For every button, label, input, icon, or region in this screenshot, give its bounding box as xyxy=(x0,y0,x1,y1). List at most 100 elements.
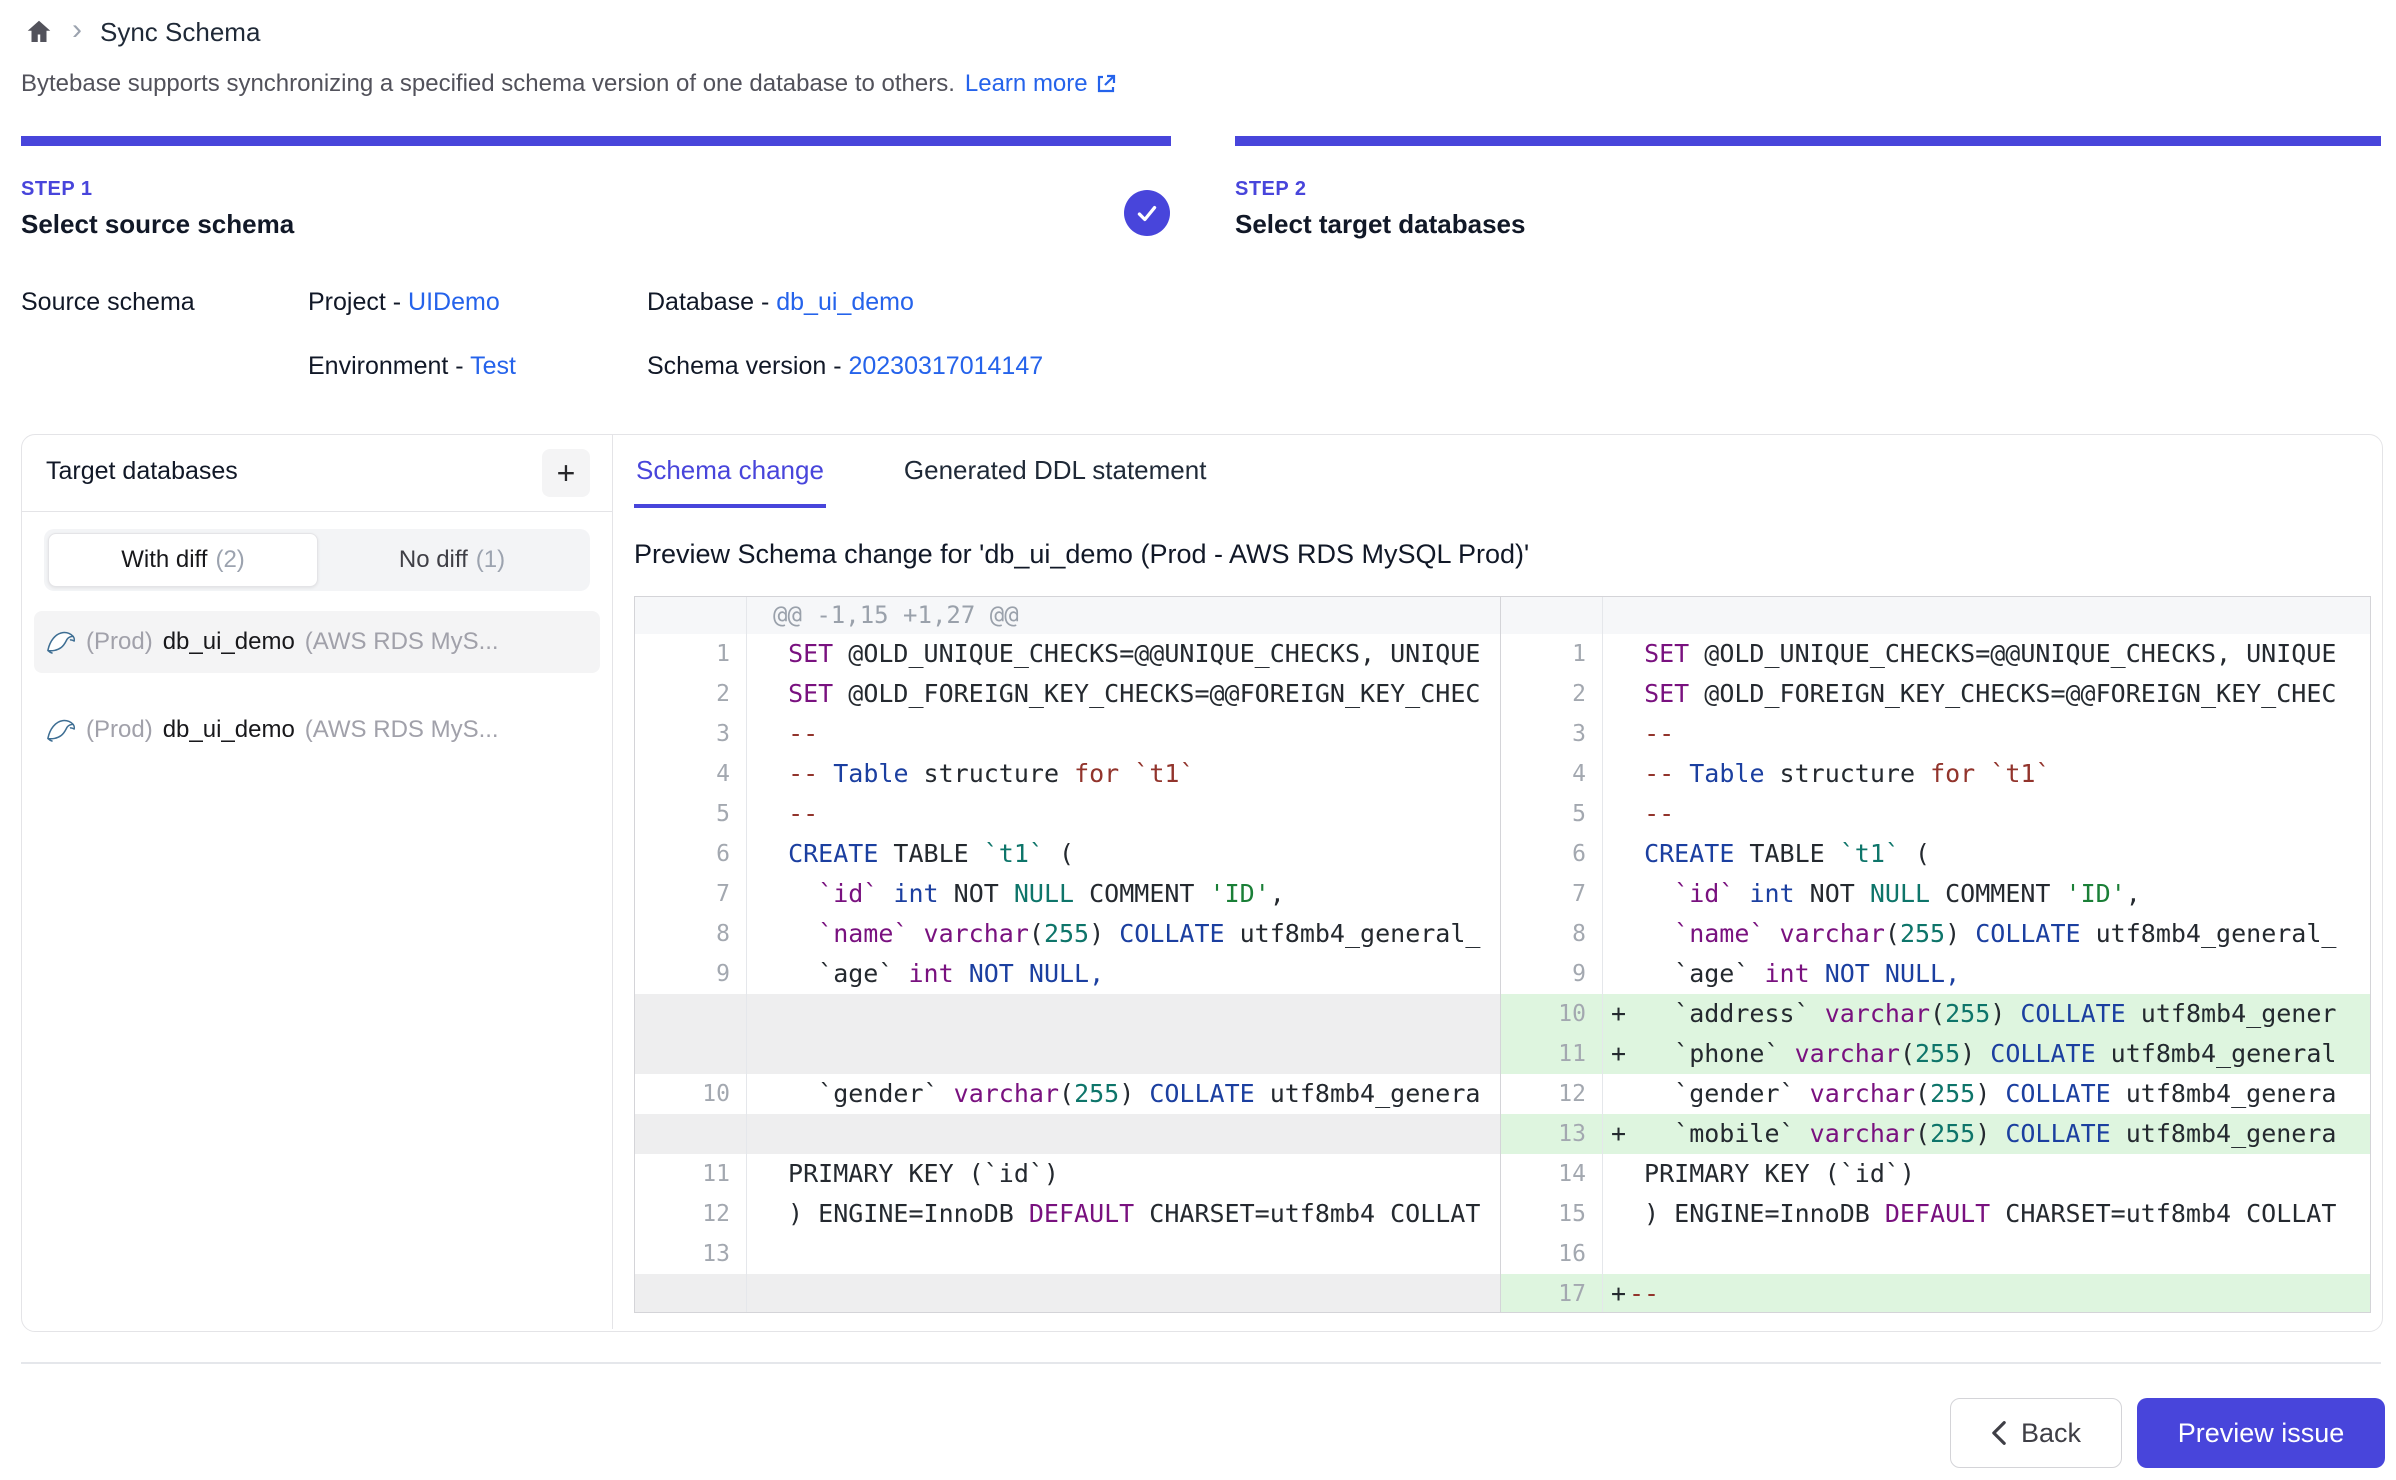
diff-line-number: 5 xyxy=(635,794,747,834)
step1-label: STEP 1 xyxy=(21,178,294,201)
chevron-left-icon xyxy=(1991,1420,2007,1446)
db-name: db_ui_demo xyxy=(163,716,295,744)
diff-line-number: 13 xyxy=(1501,1114,1603,1154)
tab-with-diff[interactable]: With diff (2) xyxy=(48,533,318,587)
diff-code-line: PRIMARY KEY (`id`) xyxy=(747,1154,1501,1194)
tab-no-diff[interactable]: No diff (1) xyxy=(318,533,586,587)
schema-version-link[interactable]: 20230317014147 xyxy=(848,352,1043,380)
chevron-right-icon: › xyxy=(72,15,82,45)
intro-description: Bytebase supports synchronizing a specif… xyxy=(21,70,955,98)
diff-code-line: -- Table structure for `t1` xyxy=(1603,754,2370,794)
diff-added-marker: + xyxy=(1611,1274,1626,1313)
main-panel: Target databases + With diff (2) No diff… xyxy=(21,434,2383,1332)
diff-code-line: CREATE TABLE `t1` ( xyxy=(1603,834,2370,874)
step1-header: STEP 1 Select source schema xyxy=(21,178,294,240)
diff-row: 8 `name` varchar(255) COLLATE utf8mb4_ge… xyxy=(635,914,2370,954)
diff-line-number: 7 xyxy=(1501,874,1603,914)
diff-line-number: 14 xyxy=(1501,1154,1603,1194)
diff-line-number: 2 xyxy=(1501,674,1603,714)
step2-progress-bar xyxy=(1235,136,2381,146)
diff-code-line: + `mobile` varchar(255) COLLATE utf8mb4_… xyxy=(1603,1114,2370,1154)
home-icon[interactable] xyxy=(24,17,54,47)
intro-text: Bytebase supports synchronizing a specif… xyxy=(21,70,1118,98)
diff-code-line: `name` varchar(255) COLLATE utf8mb4_gene… xyxy=(747,914,1501,954)
diff-code-line: SET @OLD_FOREIGN_KEY_CHECKS=@@FOREIGN_KE… xyxy=(1603,674,2370,714)
diff-line-number: 8 xyxy=(635,914,747,954)
diff-row: 6 CREATE TABLE `t1` (6 CREATE TABLE `t1`… xyxy=(635,834,2370,874)
diff-code-line: SET @OLD_UNIQUE_CHECKS=@@UNIQUE_CHECKS, … xyxy=(747,634,1501,674)
database-link[interactable]: db_ui_demo xyxy=(776,288,914,316)
plus-icon: + xyxy=(557,455,576,491)
diff-line-number: 10 xyxy=(635,1074,747,1114)
diff-code-line: `gender` varchar(255) COLLATE utf8mb4_ge… xyxy=(1603,1074,2370,1114)
external-link-icon xyxy=(1094,72,1118,96)
target-database-item[interactable]: (Prod) db_ui_demo (AWS RDS MyS... xyxy=(34,699,600,761)
diff-line-number: 3 xyxy=(635,714,747,754)
source-schema-label: Source schema xyxy=(21,288,195,317)
diff-line-number: 1 xyxy=(635,634,747,674)
check-icon xyxy=(1134,200,1160,226)
learn-more-link[interactable]: Learn more xyxy=(965,70,1118,98)
diff-code-line xyxy=(1603,1234,2370,1274)
diff-code-line: -- xyxy=(1603,714,2370,754)
db-environment: (Prod) xyxy=(86,628,153,656)
diff-code-line xyxy=(747,994,1501,1034)
preview-title: Preview Schema change for 'db_ui_demo (P… xyxy=(634,539,1529,570)
diff-row: 11 PRIMARY KEY (`id`)14 PRIMARY KEY (`id… xyxy=(635,1154,2370,1194)
diff-code-line: SET @OLD_UNIQUE_CHECKS=@@UNIQUE_CHECKS, … xyxy=(1603,634,2370,674)
preview-issue-button[interactable]: Preview issue xyxy=(2137,1398,2385,1468)
schema-diff-viewer[interactable]: @@ -1,15 +1,27 @@1 SET @OLD_UNIQUE_CHECK… xyxy=(634,596,2371,1313)
diff-code-line xyxy=(747,1274,1501,1313)
diff-code-line: CREATE TABLE `t1` ( xyxy=(747,834,1501,874)
diff-line-number: 12 xyxy=(1501,1074,1603,1114)
breadcrumb: › Sync Schema xyxy=(24,14,260,50)
sync-schema-page: › Sync Schema Bytebase supports synchron… xyxy=(0,0,2396,1480)
diff-line-number: 12 xyxy=(635,1194,747,1234)
diff-code-line: -- xyxy=(1603,794,2370,834)
target-database-item[interactable]: (Prod) db_ui_demo (AWS RDS MyS... xyxy=(34,611,600,673)
diff-added-marker: + xyxy=(1611,1034,1626,1074)
db-name: db_ui_demo xyxy=(163,628,295,656)
diff-code-line: `gender` varchar(255) COLLATE utf8mb4_ge… xyxy=(747,1074,1501,1114)
step1-title: Select source schema xyxy=(21,209,294,240)
diff-line-number xyxy=(635,1114,747,1154)
diff-line-number: 2 xyxy=(635,674,747,714)
diff-row: 2 SET @OLD_FOREIGN_KEY_CHECKS=@@FOREIGN_… xyxy=(635,674,2370,714)
diff-code-line xyxy=(1603,597,2370,634)
diff-row: @@ -1,15 +1,27 @@ xyxy=(635,597,2370,634)
diff-code-line: ) ENGINE=InnoDB DEFAULT CHARSET=utf8mb4 … xyxy=(747,1194,1501,1234)
mysql-icon xyxy=(46,717,76,743)
preview-tabs: Schema change Generated DDL statement xyxy=(634,455,1208,508)
db-instance: (AWS RDS MyS... xyxy=(305,628,499,656)
diff-code-line: ) ENGINE=InnoDB DEFAULT CHARSET=utf8mb4 … xyxy=(1603,1194,2370,1234)
diff-code-line: + `phone` varchar(255) COLLATE utf8mb4_g… xyxy=(1603,1034,2370,1074)
diff-code-line: `age` int NOT NULL, xyxy=(747,954,1501,994)
diff-line-number: 11 xyxy=(635,1154,747,1194)
source-version-field: Schema version - 20230317014147 xyxy=(647,352,1043,381)
diff-line-number: 15 xyxy=(1501,1194,1603,1234)
diff-row: 4 -- Table structure for `t1`4 -- Table … xyxy=(635,754,2370,794)
diff-code-line: -- xyxy=(747,714,1501,754)
step2-title: Select target databases xyxy=(1235,209,1525,240)
diff-line-number: 3 xyxy=(1501,714,1603,754)
diff-line-number: 10 xyxy=(1501,994,1603,1034)
diff-line-number xyxy=(635,597,747,634)
diff-code-line: + `address` varchar(255) COLLATE utf8mb4… xyxy=(1603,994,2370,1034)
diff-row: 10 `gender` varchar(255) COLLATE utf8mb4… xyxy=(635,1074,2370,1114)
diff-row: 11+ `phone` varchar(255) COLLATE utf8mb4… xyxy=(635,1034,2370,1074)
step1-progress-bar xyxy=(21,136,1171,146)
diff-row: 9 `age` int NOT NULL,9 `age` int NOT NUL… xyxy=(635,954,2370,994)
tab-schema-change[interactable]: Schema change xyxy=(634,455,826,508)
target-databases-title: Target databases xyxy=(46,457,238,486)
add-target-database-button[interactable]: + xyxy=(542,449,590,497)
back-button[interactable]: Back xyxy=(1950,1398,2122,1468)
db-environment: (Prod) xyxy=(86,716,153,744)
project-link[interactable]: UIDemo xyxy=(408,288,500,316)
breadcrumb-current: Sync Schema xyxy=(100,17,260,48)
diff-added-marker: + xyxy=(1611,1114,1626,1154)
tab-generated-ddl[interactable]: Generated DDL statement xyxy=(902,455,1209,508)
diff-row: 13+ `mobile` varchar(255) COLLATE utf8mb… xyxy=(635,1114,2370,1154)
environment-link[interactable]: Test xyxy=(470,352,516,380)
diff-code-line xyxy=(747,1234,1501,1274)
diff-line-number: 4 xyxy=(635,754,747,794)
